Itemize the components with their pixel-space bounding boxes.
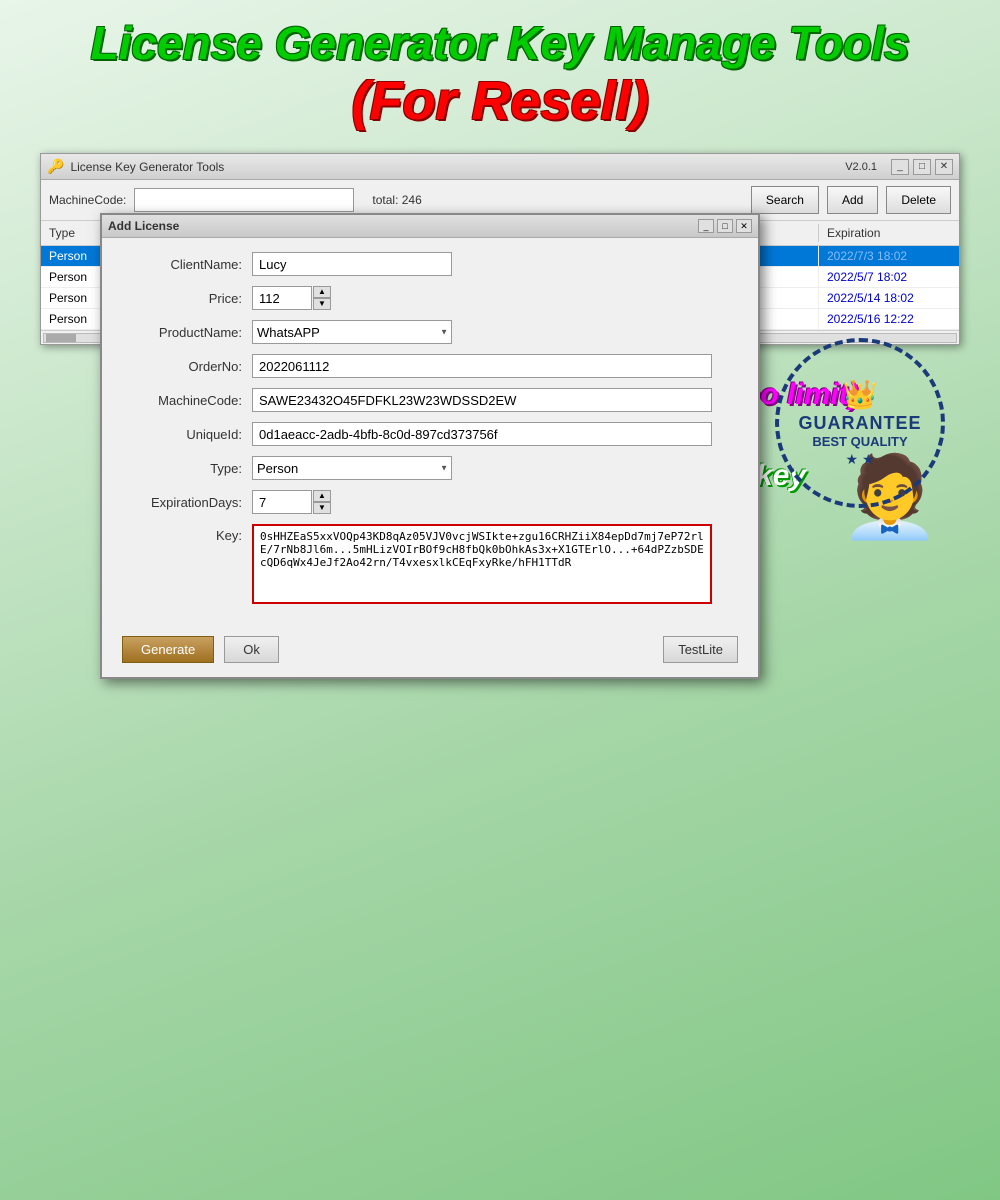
expiration-days-row: ExpirationDays: ▲ ▼ xyxy=(122,490,738,514)
add-license-dialog: Add License _ □ ✕ ClientName: Price: ▲ xyxy=(100,213,760,679)
main-window-title: License Key Generator Tools xyxy=(70,160,224,174)
search-button[interactable]: Search xyxy=(751,186,819,214)
title-bar-icon: 🔑 xyxy=(47,158,64,175)
test-lite-button[interactable]: TestLite xyxy=(663,636,738,663)
order-no-input[interactable] xyxy=(252,354,712,378)
key-label: Key: xyxy=(122,524,252,543)
dialog-title-bar: Add License _ □ ✕ xyxy=(102,215,758,238)
type-label: Type: xyxy=(122,461,252,476)
close-button[interactable]: ✕ xyxy=(935,159,953,175)
price-input[interactable] xyxy=(252,286,312,310)
dialog-minimize-button[interactable]: _ xyxy=(698,219,714,233)
expiration-days-spin: ▲ ▼ xyxy=(252,490,331,514)
expiration-days-spin-up[interactable]: ▲ xyxy=(313,490,331,502)
unique-id-row: UniqueId: xyxy=(122,422,738,446)
cell-expiration: 2022/7/3 18:02 xyxy=(819,246,959,266)
key-textarea[interactable]: 0sHHZEaS5xxVOQp43KD8qAz05VJV0vcjWSIkte+z… xyxy=(252,524,712,604)
price-spin: ▲ ▼ xyxy=(252,286,331,310)
stamp-best-quality-text: BEST QUALITY xyxy=(812,434,907,449)
stamp-circle: 👑 GUARANTEE BEST QUALITY ★ ★ xyxy=(775,338,945,508)
product-name-label: ProductName: xyxy=(122,325,252,340)
stamp-crown-icon: 👑 xyxy=(843,378,878,411)
product-name-row: ProductName: WhatsAPP Telegram Other xyxy=(122,320,738,344)
minimize-button[interactable]: _ xyxy=(891,159,909,175)
cell-expiration: 2022/5/7 18:02 xyxy=(819,267,959,287)
window-container: 🔑 License Key Generator Tools V2.0.1 _ □… xyxy=(40,153,960,345)
scrollbar-thumb xyxy=(46,334,76,342)
guarantee-stamp: 👑 GUARANTEE BEST QUALITY ★ ★ xyxy=(770,333,950,513)
expiration-days-spin-down[interactable]: ▼ xyxy=(313,502,331,514)
expiration-days-label: ExpirationDays: xyxy=(122,495,252,510)
add-button[interactable]: Add xyxy=(827,186,878,214)
generate-button[interactable]: Generate xyxy=(122,636,214,663)
title-bar-left: 🔑 License Key Generator Tools xyxy=(47,158,224,175)
cell-expiration: 2022/5/14 18:02 xyxy=(819,288,959,308)
price-spin-buttons: ▲ ▼ xyxy=(313,286,331,310)
header-title-line1: License Generator Key Manage Tools xyxy=(20,18,980,69)
key-row: Key: 0sHHZEaS5xxVOQp43KD8qAz05VJV0vcjWSI… xyxy=(122,524,738,604)
dialog-maximize-button[interactable]: □ xyxy=(717,219,733,233)
expiration-days-input[interactable] xyxy=(252,490,312,514)
page-header: License Generator Key Manage Tools (For … xyxy=(0,0,1000,143)
machine-code-row: MachineCode: xyxy=(122,388,738,412)
main-title-bar: 🔑 License Key Generator Tools V2.0.1 _ □… xyxy=(41,154,959,180)
price-row: Price: ▲ ▼ xyxy=(122,286,738,310)
price-label: Price: xyxy=(122,291,252,306)
order-no-label: OrderNo: xyxy=(122,359,252,374)
client-name-input[interactable] xyxy=(252,252,452,276)
delete-button[interactable]: Delete xyxy=(886,186,951,214)
type-select[interactable]: Person Company xyxy=(252,456,452,480)
product-name-select-wrapper: WhatsAPP Telegram Other xyxy=(252,320,452,344)
type-row: Type: Person Company xyxy=(122,456,738,480)
stamp-guarantee-text: GUARANTEE xyxy=(798,413,921,434)
machine-code-dialog-input[interactable] xyxy=(252,388,712,412)
title-bar-right: V2.0.1 _ □ ✕ xyxy=(845,159,953,175)
dialog-close-button[interactable]: ✕ xyxy=(736,219,752,233)
unique-id-label: UniqueId: xyxy=(122,427,252,442)
unique-id-input[interactable] xyxy=(252,422,712,446)
dialog-buttons: Generate Ok TestLite xyxy=(102,628,758,677)
header-title-line2: (For Resell) xyxy=(20,69,980,134)
ok-button[interactable]: Ok xyxy=(224,636,279,663)
machine-code-label: MachineCode: xyxy=(49,193,126,207)
client-name-label: ClientName: xyxy=(122,257,252,272)
version-label: V2.0.1 xyxy=(845,161,877,173)
total-label: total: 246 xyxy=(372,193,421,207)
order-no-row: OrderNo: xyxy=(122,354,738,378)
cell-expiration: 2022/5/16 12:22 xyxy=(819,309,959,329)
dialog-window-buttons: _ □ ✕ xyxy=(698,219,752,233)
col-header-expiration: Expiration xyxy=(819,224,959,242)
machine-code-dialog-label: MachineCode: xyxy=(122,393,252,408)
price-spin-down[interactable]: ▼ xyxy=(313,298,331,310)
type-select-wrapper: Person Company xyxy=(252,456,452,480)
machine-code-input[interactable] xyxy=(134,188,354,212)
dialog-form: ClientName: Price: ▲ ▼ ProductName: xyxy=(102,238,758,628)
maximize-button[interactable]: □ xyxy=(913,159,931,175)
expiration-days-spin-buttons: ▲ ▼ xyxy=(313,490,331,514)
product-name-select[interactable]: WhatsAPP Telegram Other xyxy=(252,320,452,344)
price-spin-up[interactable]: ▲ xyxy=(313,286,331,298)
client-name-row: ClientName: xyxy=(122,252,738,276)
dialog-title: Add License xyxy=(108,219,179,233)
stamp-stars: ★ ★ xyxy=(846,451,875,468)
